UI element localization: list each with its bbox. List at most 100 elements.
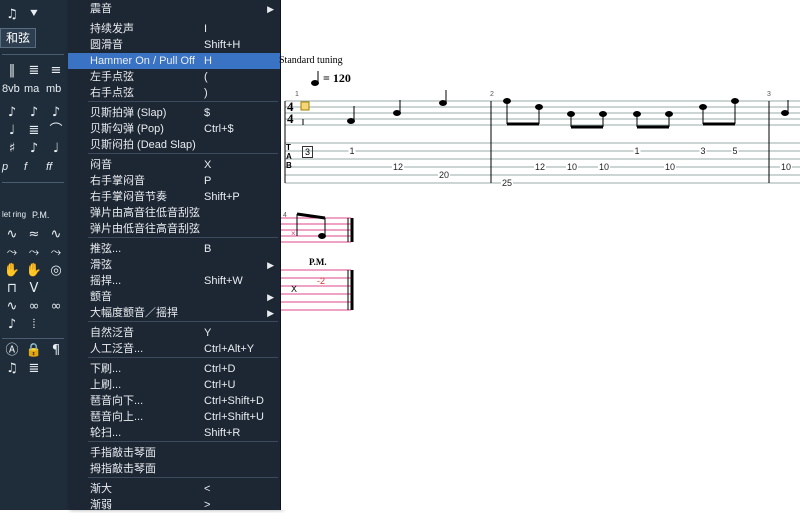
eighth-note-icon[interactable]: ♪ xyxy=(46,104,66,122)
menu-item[interactable]: 弹片由低音往高音刮弦 xyxy=(68,221,280,237)
text-icon[interactable]: Ⓐ xyxy=(2,342,22,360)
chord-button[interactable]: 和弦 xyxy=(0,28,36,48)
menu-item[interactable]: 弹片由高音往低音刮弦 xyxy=(68,205,280,221)
note-2-icon[interactable]: ♩ xyxy=(46,140,66,158)
menu-item[interactable]: 轮扫... Shift+R xyxy=(68,425,280,441)
menu-item[interactable]: 推弦... B xyxy=(68,241,280,257)
mb-label[interactable]: mb xyxy=(46,80,66,98)
lines-icon[interactable]: ≣ xyxy=(24,122,44,140)
menu-item[interactable]: 手指敲击琴面 xyxy=(68,445,280,461)
tab-number[interactable]: 10 xyxy=(565,162,579,172)
circle-icon[interactable]: ◎ xyxy=(46,262,66,280)
tie-note-icon[interactable]: ♩ xyxy=(2,122,22,140)
hand-2-icon[interactable]: ✋ xyxy=(24,262,44,280)
menu-item[interactable]: 琶音向上... Ctrl+Shift+U xyxy=(68,409,280,425)
slide-3-icon[interactable]: ⤳ xyxy=(46,244,66,262)
tuning-label: Standard tuning xyxy=(279,55,343,66)
dynamic-ff-label[interactable]: ff xyxy=(46,158,66,176)
tab-number[interactable]: 10 xyxy=(597,162,611,172)
dynamic-f-label[interactable]: f xyxy=(24,158,44,176)
score-canvas: × xyxy=(281,71,800,311)
tab-number[interactable]: 1 xyxy=(348,146,356,156)
arrow-down-icon[interactable]: ⯆ xyxy=(24,6,44,24)
upstroke-icon[interactable]: V xyxy=(24,280,44,298)
slide-icon[interactable]: ⤳ xyxy=(2,244,22,262)
lock-icon[interactable]: 🔒 xyxy=(24,342,44,360)
menu-item[interactable]: 右手掌闷音 P xyxy=(68,173,280,189)
menu-item[interactable]: 闷音 X xyxy=(68,157,280,173)
menu-item[interactable]: 右手掌闷音节奏 Shift+P xyxy=(68,189,280,205)
tab-number[interactable]: 10 xyxy=(663,162,677,172)
menu-item[interactable]: 滑弦 ▶ xyxy=(68,257,280,273)
palm-mute-label[interactable]: P.M. xyxy=(32,206,49,224)
vibrato-icon[interactable]: ∿ xyxy=(2,226,22,244)
tab-number[interactable]: 12 xyxy=(533,162,547,172)
menu-item-label: 弹片由高音往低音刮弦 xyxy=(90,207,200,219)
menu-item-label: 人工泛音... xyxy=(90,343,144,355)
downstroke-icon[interactable]: ⊓ xyxy=(2,280,22,298)
note-icon[interactable]: ♪ xyxy=(24,140,44,158)
trill-icon[interactable]: ∿ xyxy=(46,226,66,244)
menu-item[interactable]: 颤音 ▶ xyxy=(68,289,280,305)
menu-item[interactable]: 摇捍... Shift+W xyxy=(68,273,280,289)
triple-line-icon[interactable]: ≡ xyxy=(46,62,66,80)
chord-diagram-icon[interactable]: ♫ xyxy=(2,6,22,24)
grace-note-2-icon[interactable]: ♪ xyxy=(24,104,44,122)
menu-item[interactable]: 震音 ▶ xyxy=(68,1,280,17)
chord-lines-icon[interactable]: ≣ xyxy=(24,62,44,80)
ma-label[interactable]: ma xyxy=(24,80,44,98)
wave-icon[interactable]: ∿ xyxy=(2,298,22,316)
selected-tab-number[interactable]: 3 xyxy=(302,146,314,158)
octave-8vb-label[interactable]: 8vb xyxy=(2,80,22,98)
score-area: × Standard tuning = 120 4 4 1 2 3 TAB 3 … xyxy=(279,0,800,510)
menu-item[interactable]: 大幅度颤音／摇捍 ▶ xyxy=(68,305,280,321)
menu-item[interactable]: 贝斯闷拍 (Dead Slap) xyxy=(68,137,280,153)
tab-number[interactable]: 12 xyxy=(391,162,405,172)
menu-item-label: 闷音 xyxy=(90,159,112,171)
tab-number[interactable]: 1 xyxy=(633,146,641,156)
submenu-arrow-icon: ▶ xyxy=(267,260,274,270)
arpeggio-icon[interactable]: ⦙ xyxy=(24,316,44,334)
menu-item-label: 滑弦 xyxy=(90,259,112,271)
hand-icon[interactable]: ✋ xyxy=(2,262,22,280)
tab-number-negative[interactable]: -2 xyxy=(317,276,325,286)
tab-number[interactable]: 3 xyxy=(699,146,707,156)
menu-item[interactable]: 贝斯勾弹 (Pop) Ctrl+$ xyxy=(68,121,280,137)
menu-item[interactable]: 圆滑音 Shift+H xyxy=(68,37,280,53)
menu-item[interactable]: 持续发声 I xyxy=(68,21,280,37)
menu-item[interactable]: 拇指敲击琴面 xyxy=(68,461,280,477)
menu-item[interactable]: 上刷... Ctrl+U xyxy=(68,377,280,393)
small-measure-number: 4 xyxy=(283,212,287,219)
menu-separator xyxy=(88,477,278,478)
infinity-icon[interactable]: ∞ xyxy=(24,298,44,316)
infinity-2-icon[interactable]: ∞ xyxy=(46,298,66,316)
tab-number[interactable]: 25 xyxy=(500,178,514,188)
note-style-icon[interactable]: ♫ xyxy=(2,360,22,378)
wide-vibrato-icon[interactable]: ≈ xyxy=(24,226,44,244)
menu-item[interactable]: 下刷... Ctrl+D xyxy=(68,361,280,377)
menu-item-label: Hammer On / Pull Off xyxy=(90,55,195,67)
menu-item[interactable]: 贝斯拍弹 (Slap) $ xyxy=(68,105,280,121)
menu-item[interactable]: 琶音向下... Ctrl+Shift+D xyxy=(68,393,280,409)
tab-number[interactable]: 10 xyxy=(779,162,793,172)
menu-item[interactable]: 右手点弦) xyxy=(68,85,280,101)
menu-item[interactable]: 渐弱 > xyxy=(68,497,280,513)
bar-line-icon[interactable]: ‖ xyxy=(2,62,22,80)
menu-item[interactable]: 人工泛音... Ctrl+Alt+Y xyxy=(68,341,280,357)
tab-number[interactable]: 5 xyxy=(731,146,739,156)
menu-item[interactable]: 渐大 < xyxy=(68,481,280,497)
grace-note-icon[interactable]: ♪ xyxy=(2,104,22,122)
tab-number[interactable]: 20 xyxy=(437,170,451,180)
menu-item[interactable]: 左手点弦 ( xyxy=(68,69,280,85)
dead-note-mark[interactable]: X xyxy=(291,284,297,294)
menu-item[interactable]: 自然泛音 Y xyxy=(68,325,280,341)
slide-2-icon[interactable]: ⤳ xyxy=(24,244,44,262)
dynamic-p-label[interactable]: p xyxy=(2,158,22,176)
let-ring-label[interactable]: let ring xyxy=(2,206,30,224)
pilcrow-icon[interactable]: ¶ xyxy=(46,342,66,360)
tap-icon[interactable]: ♪ xyxy=(2,316,22,334)
menu-item[interactable]: Hammer On / Pull Off H xyxy=(68,53,280,69)
sharp-icon[interactable]: ♯ xyxy=(2,140,22,158)
fermata-icon[interactable]: ⌒ xyxy=(46,122,66,140)
effects-icon[interactable]: ≣ xyxy=(24,360,44,378)
